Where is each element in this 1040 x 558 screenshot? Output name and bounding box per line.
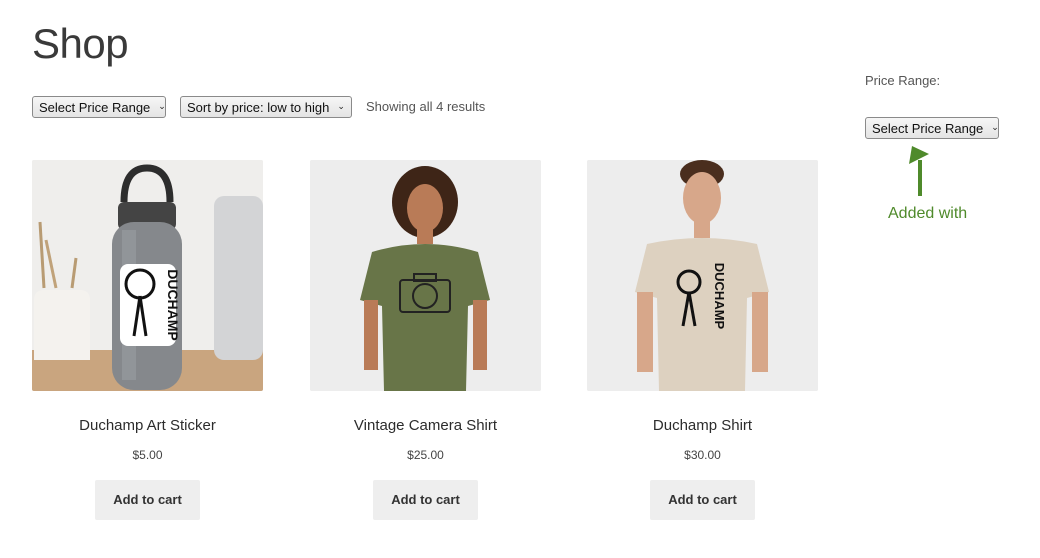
product-image[interactable] [310, 160, 541, 391]
sort-select[interactable]: Sort by price: low to high ⌄ [180, 96, 352, 118]
product-name[interactable]: Vintage Camera Shirt [310, 417, 541, 434]
add-to-cart-button[interactable]: Add to cart [650, 480, 755, 520]
sort-select-value: Sort by price: low to high [187, 99, 330, 115]
annotation-note: Added with [888, 205, 968, 222]
product-card: DUCHAMP Duchamp Shirt $30.00 Add to cart [587, 160, 818, 520]
product-name[interactable]: Duchamp Art Sticker [32, 417, 263, 434]
product-name[interactable]: Duchamp Shirt [587, 417, 818, 434]
price-range-select[interactable]: Select Price Range ⌄ [32, 96, 166, 118]
sidebar-price-range-select-value: Select Price Range [872, 120, 984, 136]
page-title: Shop [32, 20, 129, 67]
product-price: $5.00 [132, 448, 163, 462]
add-to-cart-button[interactable]: Add to cart [373, 480, 478, 520]
product-card: DUCHAMP Duchamp Art Sticker $5.00 Add to… [32, 160, 263, 520]
product-price: $30.00 [684, 448, 721, 462]
product-image[interactable]: DUCHAMP [587, 160, 818, 391]
svg-text:DUCHAMP: DUCHAMP [712, 263, 727, 330]
svg-text:DUCHAMP: DUCHAMP [165, 269, 181, 341]
price-range-select-value: Select Price Range [39, 99, 151, 115]
price-range-widget-title: Price Range: [865, 73, 941, 88]
chevron-down-icon: ⌄ [158, 100, 166, 111]
arrow-up-icon [900, 144, 940, 200]
chevron-down-icon: ⌄ [991, 121, 999, 132]
chevron-down-icon: ⌄ [337, 100, 345, 111]
sidebar-price-range-select[interactable]: Select Price Range ⌄ [865, 117, 999, 139]
add-to-cart-button[interactable]: Add to cart [95, 480, 200, 520]
product-card: Vintage Camera Shirt $25.00 Add to cart [310, 160, 541, 520]
result-count: Showing all 4 results [366, 99, 486, 114]
product-image[interactable]: DUCHAMP [32, 160, 263, 391]
product-price: $25.00 [407, 448, 444, 462]
